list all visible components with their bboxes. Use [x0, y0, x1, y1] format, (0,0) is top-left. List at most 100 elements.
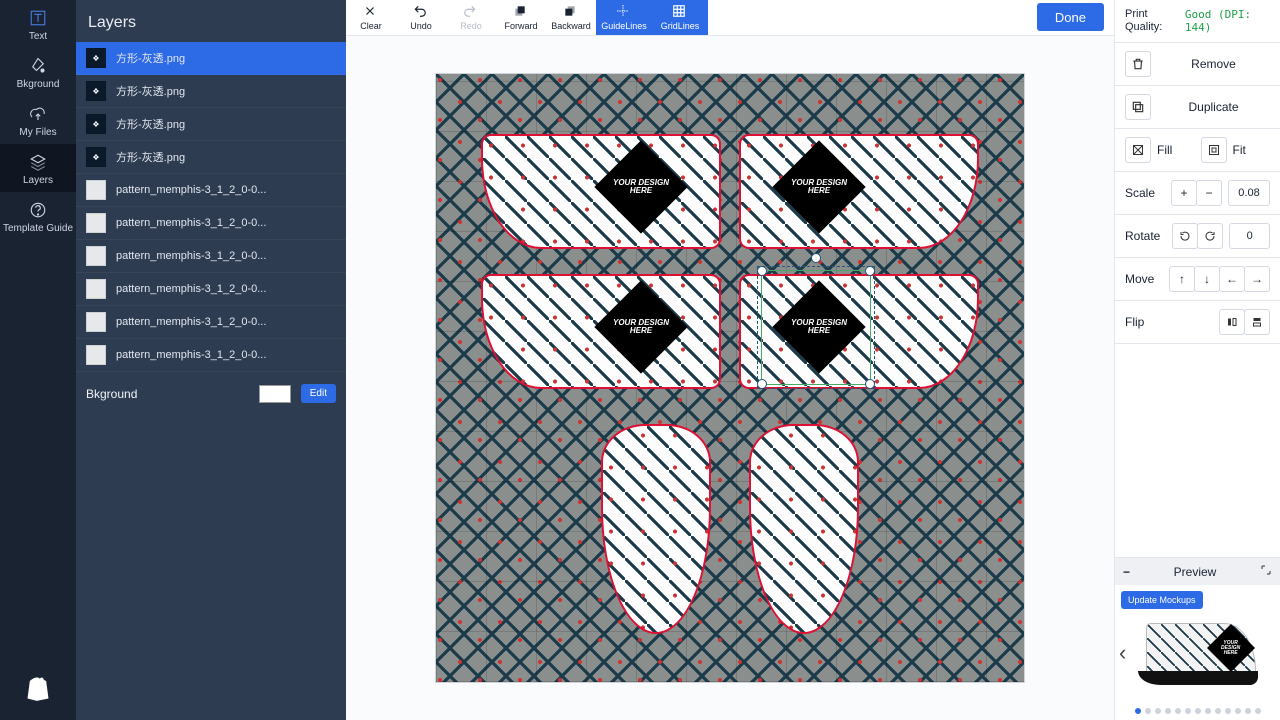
- remove-row[interactable]: Remove: [1115, 43, 1280, 86]
- nav-layers[interactable]: Layers: [0, 144, 76, 192]
- layer-name: 方形-灰透.png: [116, 149, 185, 165]
- shoe-tongue-r[interactable]: [749, 424, 859, 634]
- trash-icon: [1125, 51, 1151, 77]
- preview-header: − Preview: [1115, 558, 1280, 585]
- upload-icon: [27, 103, 49, 125]
- bg-edit-button[interactable]: Edit: [301, 384, 336, 403]
- flip-v-button[interactable]: [1244, 309, 1270, 335]
- flip-h-button[interactable]: [1219, 309, 1245, 335]
- update-mockups-button[interactable]: Update Mockups: [1121, 591, 1203, 609]
- scale-minus-button[interactable]: −: [1196, 180, 1222, 206]
- canvas-area[interactable]: YOUR DESIGN HERE YOUR DESIGN HERE YOUR D…: [346, 36, 1114, 720]
- shopify-icon: [24, 674, 52, 702]
- layer-thumb: ❖: [86, 48, 106, 68]
- fill-icon: [1125, 137, 1151, 163]
- left-nav: Text Bkground My Files Layers Template G…: [0, 0, 76, 720]
- layer-row[interactable]: ❖方形-灰透.png: [76, 108, 346, 141]
- rotate-value[interactable]: 0: [1229, 223, 1270, 249]
- shoe-side-br[interactable]: YOUR DESIGN HERE: [739, 274, 979, 389]
- preview-body: Update Mockups ‹ YOUR DESIGN HERE: [1115, 585, 1280, 720]
- scale-value[interactable]: 0.08: [1228, 180, 1270, 206]
- rotate-ccw-button[interactable]: [1172, 223, 1198, 249]
- layer-name: pattern_memphis-3_1_2_0-0...: [116, 217, 266, 229]
- guidelines-button[interactable]: GuideLines: [596, 0, 652, 35]
- fill-button[interactable]: Fill: [1125, 137, 1195, 163]
- clear-button[interactable]: Clear: [346, 0, 396, 35]
- layer-row[interactable]: pattern_memphis-3_1_2_0-0...: [76, 207, 346, 240]
- nav-label: Text: [29, 31, 47, 42]
- layer-thumb: ❖: [86, 81, 106, 101]
- done-button[interactable]: Done: [1037, 3, 1104, 31]
- forward-button[interactable]: Forward: [496, 0, 546, 35]
- backward-icon: [563, 4, 579, 20]
- layer-row[interactable]: pattern_memphis-3_1_2_0-0...: [76, 273, 346, 306]
- rotate-cw-button[interactable]: [1197, 223, 1223, 249]
- duplicate-label: Duplicate: [1157, 100, 1270, 114]
- selection-box[interactable]: [761, 270, 871, 385]
- scale-label: Scale: [1125, 186, 1155, 200]
- preview-prev-button[interactable]: ‹: [1119, 640, 1126, 666]
- nav-label: My Files: [19, 127, 56, 138]
- preview-collapse-button[interactable]: −: [1123, 565, 1130, 579]
- clear-icon: [363, 4, 379, 20]
- shoe-side-tl[interactable]: YOUR DESIGN HERE: [481, 134, 721, 249]
- forward-icon: [513, 4, 529, 20]
- redo-button: Redo: [446, 0, 496, 35]
- layer-row[interactable]: pattern_memphis-3_1_2_0-0...: [76, 339, 346, 372]
- layer-name: 方形-灰透.png: [116, 83, 185, 99]
- nav-template-guide[interactable]: Template Guide: [0, 192, 76, 240]
- move-row: Move ↑ ↓ ← →: [1115, 258, 1280, 301]
- nav-label: Template Guide: [3, 223, 73, 234]
- nav-myfiles[interactable]: My Files: [0, 96, 76, 144]
- nav-label: Bkground: [17, 79, 60, 90]
- text-icon: [27, 7, 49, 29]
- scale-plus-button[interactable]: +: [1171, 180, 1197, 206]
- layer-name: pattern_memphis-3_1_2_0-0...: [116, 283, 266, 295]
- shoe-side-tr[interactable]: YOUR DESIGN HERE: [739, 134, 979, 249]
- guidelines-icon: [616, 4, 632, 20]
- layer-name: pattern_memphis-3_1_2_0-0...: [116, 316, 266, 328]
- layer-row[interactable]: pattern_memphis-3_1_2_0-0...: [76, 306, 346, 339]
- move-label: Move: [1125, 272, 1154, 286]
- fit-button[interactable]: Fit: [1201, 137, 1271, 163]
- preview-dots[interactable]: [1115, 708, 1280, 714]
- undo-icon: [413, 4, 429, 20]
- print-quality-label: Print Quality:: [1125, 8, 1179, 34]
- undo-button[interactable]: Undo: [396, 0, 446, 35]
- layer-name: pattern_memphis-3_1_2_0-0...: [116, 184, 266, 196]
- bg-swatch[interactable]: [259, 385, 291, 403]
- artboard[interactable]: YOUR DESIGN HERE YOUR DESIGN HERE YOUR D…: [435, 73, 1025, 683]
- paint-icon: [27, 55, 49, 77]
- bg-label: Bkground: [86, 387, 249, 401]
- shoe-side-bl[interactable]: YOUR DESIGN HERE: [481, 274, 721, 389]
- rotate-row: Rotate 0: [1115, 215, 1280, 258]
- layers-icon: [27, 151, 49, 173]
- move-right-button[interactable]: →: [1244, 266, 1270, 292]
- fit-icon: [1201, 137, 1227, 163]
- layer-row[interactable]: pattern_memphis-3_1_2_0-0...: [76, 240, 346, 273]
- move-down-button[interactable]: ↓: [1194, 266, 1220, 292]
- gridlines-icon: [672, 4, 688, 20]
- preview-expand-button[interactable]: [1260, 564, 1272, 579]
- gridlines-button[interactable]: GridLines: [652, 0, 708, 35]
- nav-bkground[interactable]: Bkground: [0, 48, 76, 96]
- duplicate-row[interactable]: Duplicate: [1115, 86, 1280, 129]
- layer-row[interactable]: pattern_memphis-3_1_2_0-0...: [76, 174, 346, 207]
- center-column: ClearUndoRedoForwardBackwardGuideLinesGr…: [346, 0, 1114, 720]
- nav-text[interactable]: Text: [0, 0, 76, 48]
- layers-title: Layers: [76, 0, 346, 42]
- shoe-tongue-l[interactable]: [601, 424, 711, 634]
- layer-thumb: [86, 213, 106, 233]
- layer-thumb: [86, 312, 106, 332]
- layers-panel: Layers ❖方形-灰透.png❖方形-灰透.png❖方形-灰透.png❖方形…: [76, 0, 346, 720]
- layer-row[interactable]: ❖方形-灰透.png: [76, 42, 346, 75]
- move-left-button[interactable]: ←: [1219, 266, 1245, 292]
- layer-thumb: [86, 180, 106, 200]
- backward-button[interactable]: Backward: [546, 0, 596, 35]
- scale-row: Scale + − 0.08: [1115, 172, 1280, 215]
- flip-row: Flip: [1115, 301, 1280, 344]
- layer-thumb: [86, 279, 106, 299]
- layer-row[interactable]: ❖ 方形-灰透.png: [76, 75, 346, 108]
- move-up-button[interactable]: ↑: [1169, 266, 1195, 292]
- layer-row[interactable]: ❖方形-灰透.png: [76, 141, 346, 174]
